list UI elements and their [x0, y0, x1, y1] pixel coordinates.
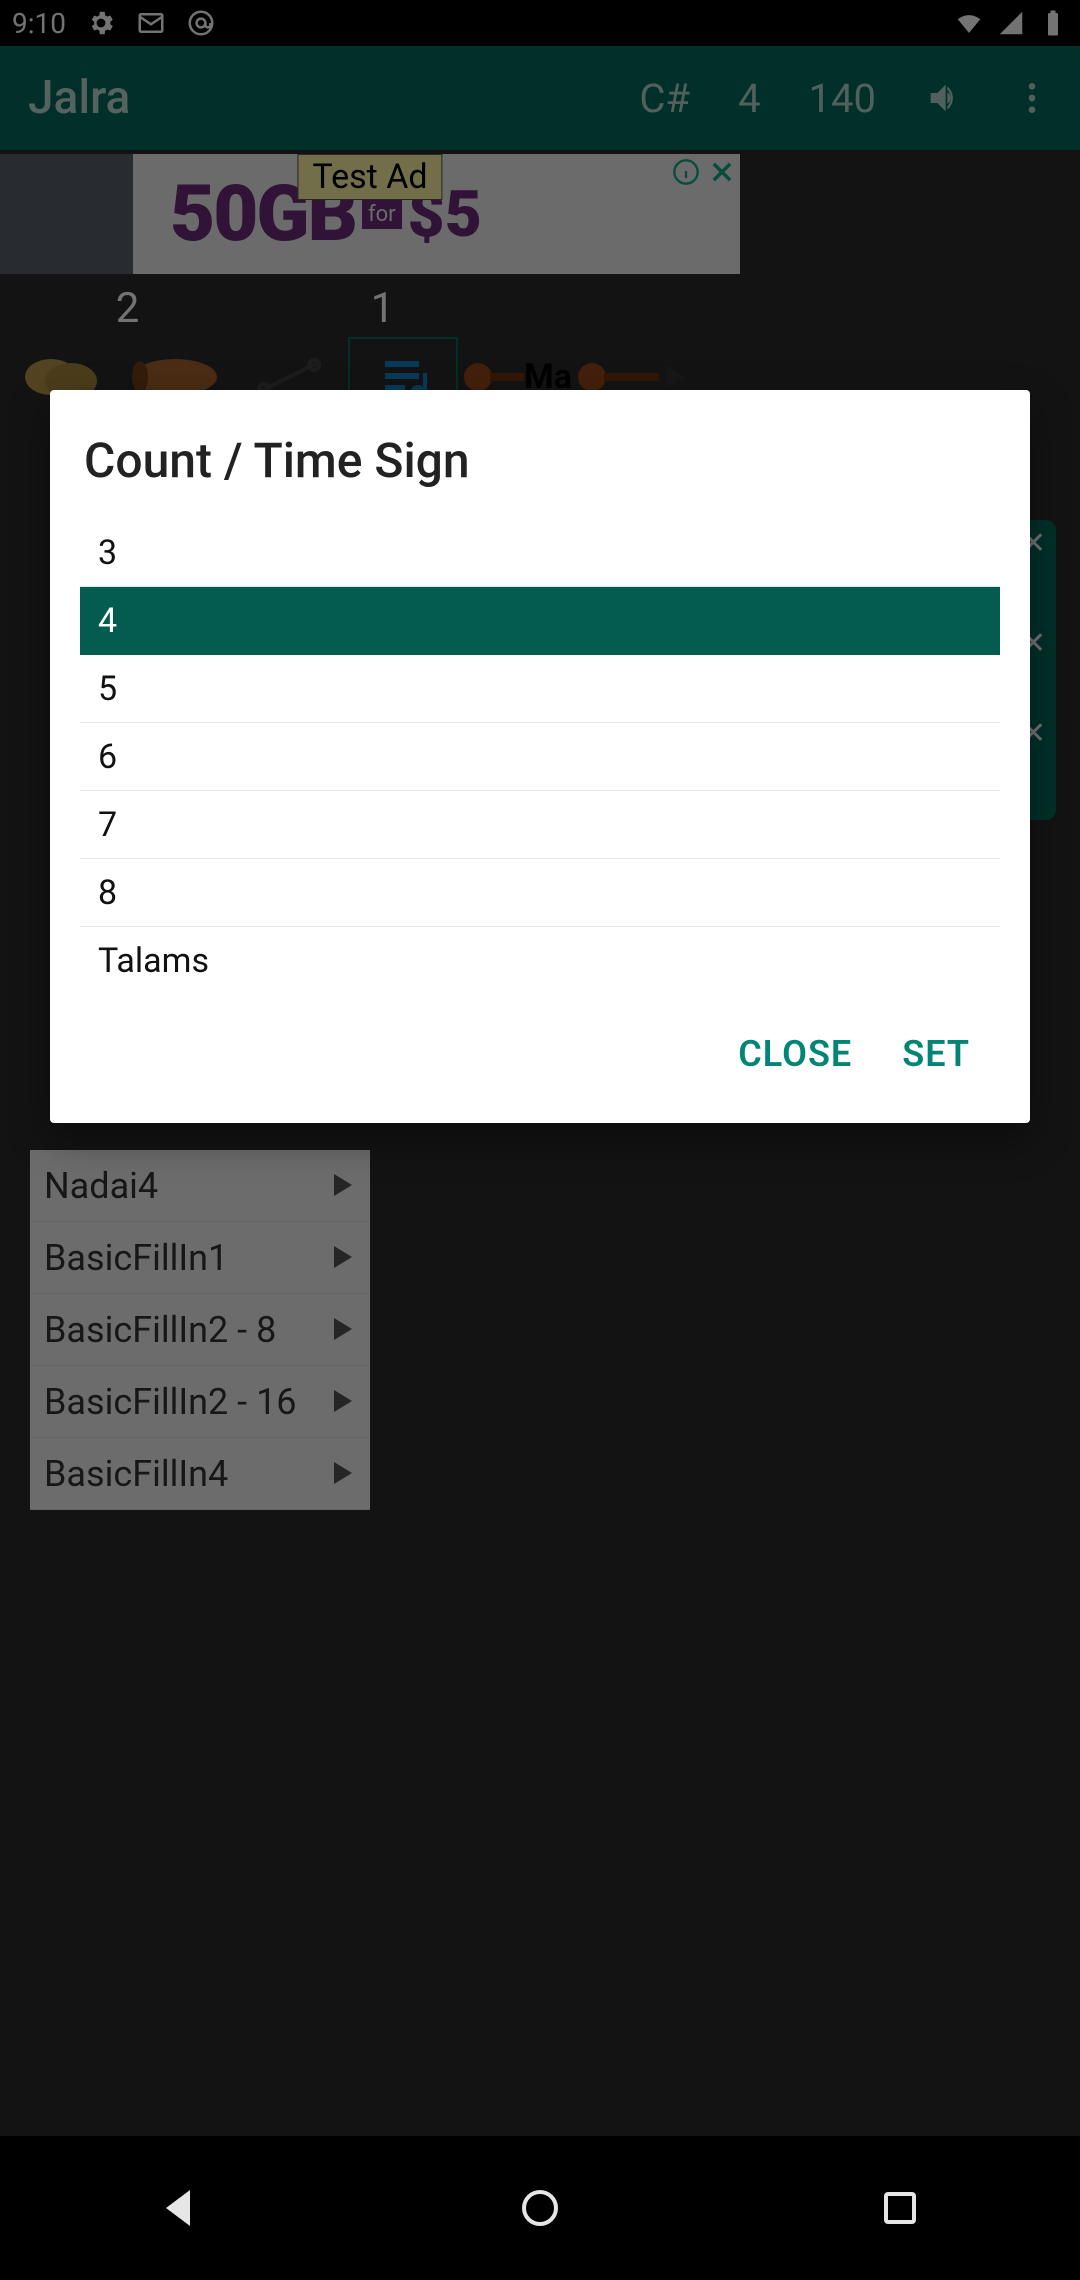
option-label: 3 [98, 533, 117, 573]
time-option[interactable]: 6 [80, 723, 1000, 791]
option-label: Talams [98, 941, 209, 981]
time-option[interactable]: 7 [80, 791, 1000, 859]
back-icon[interactable] [156, 2184, 204, 2232]
modal-scrim[interactable] [0, 0, 1080, 2280]
home-icon[interactable] [516, 2184, 564, 2232]
option-label: 8 [98, 873, 117, 913]
recents-icon[interactable] [876, 2184, 924, 2232]
time-option-selected[interactable]: 4 [80, 587, 1000, 655]
close-button[interactable]: CLOSE [738, 1033, 852, 1075]
option-label: 5 [98, 669, 117, 709]
time-option[interactable]: 3 [80, 519, 1000, 587]
time-option[interactable]: 8 [80, 859, 1000, 927]
system-nav-bar [0, 2136, 1080, 2280]
option-label: 4 [98, 601, 117, 641]
time-option-talams[interactable]: Talams [80, 927, 1000, 995]
dialog-title: Count / Time Sign [80, 432, 1000, 519]
time-option[interactable]: 5 [80, 655, 1000, 723]
option-label: 6 [98, 737, 117, 777]
count-time-dialog: Count / Time Sign 3 4 5 6 7 8 Talams CLO… [50, 390, 1030, 1123]
option-label: 7 [98, 805, 117, 845]
set-button[interactable]: SET [902, 1033, 970, 1075]
